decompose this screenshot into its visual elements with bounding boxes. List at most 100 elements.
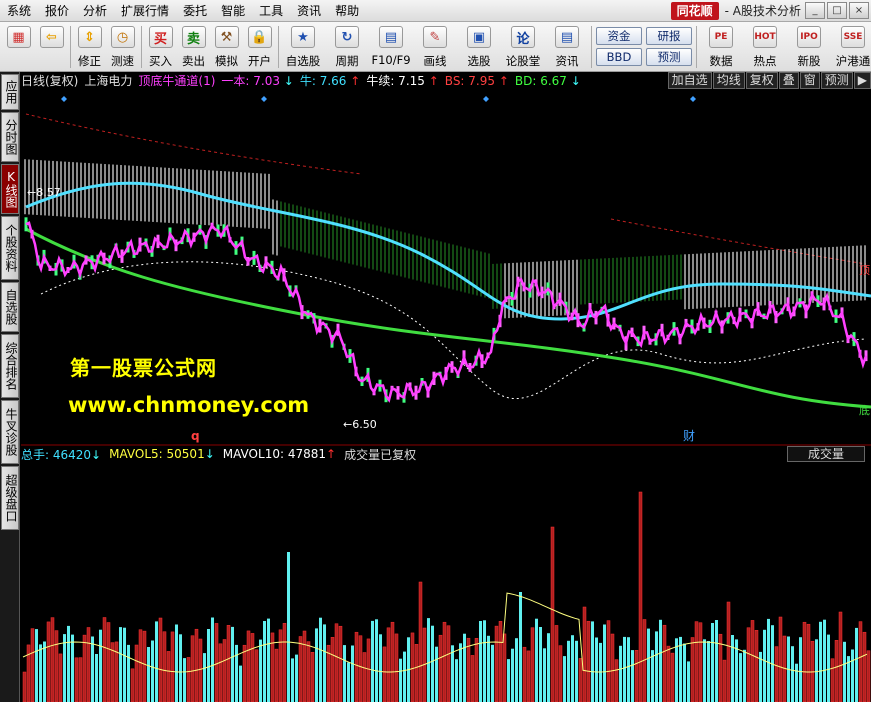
news-icon: ▤ — [555, 26, 579, 48]
toolbar-button[interactable]: ⇕ 修正 — [73, 22, 106, 71]
volume-bar — [358, 635, 363, 702]
left-tab[interactable]: K线图 — [1, 164, 19, 214]
volume-bar — [343, 645, 346, 702]
toolbar-button[interactable]: ★ 自选股 — [281, 22, 325, 71]
chart-header-button[interactable]: 叠 — [778, 72, 799, 89]
toolbar-button[interactable]: ▤ F10/F9 — [369, 22, 413, 71]
volume-bar — [183, 658, 186, 702]
volume-bar — [170, 631, 175, 702]
toolbar-text-button[interactable]: 研报 — [646, 27, 692, 45]
volume-bar — [246, 630, 251, 702]
toolbar-text-button[interactable]: BBD — [596, 48, 642, 66]
lock-icon: 🔒 — [247, 26, 272, 48]
toolbar-button-label: 卖出 — [182, 54, 205, 68]
left-tab[interactable]: 个股资料 — [1, 216, 19, 280]
toolbar-text-button[interactable]: 资金 — [596, 27, 642, 45]
volume-bar — [43, 641, 46, 702]
close-button[interactable]: × — [849, 2, 869, 19]
volume-bar — [575, 640, 578, 702]
volume-bar — [582, 606, 587, 702]
toolbar-button[interactable]: ⚒ 模拟 — [210, 22, 243, 71]
marker-cai[interactable]: 财 — [683, 429, 695, 443]
volume-bar — [595, 637, 598, 702]
left-tab[interactable]: 应用 — [1, 74, 19, 110]
forum-icon: 论 — [511, 26, 535, 48]
volume-bar — [651, 650, 654, 702]
indicator-value: 牛: 7.66 ↑ — [299, 74, 361, 88]
toolbar-button[interactable]: ✎ 画线 — [413, 22, 457, 71]
left-tab[interactable]: 超级盘口 — [1, 466, 19, 530]
toolbar-button[interactable]: SSE 沪港通 — [831, 22, 871, 71]
menu-item[interactable]: 工具 — [252, 0, 290, 22]
chart-header-button[interactable]: 预测 — [820, 72, 853, 89]
menu-item[interactable]: 扩展行情 — [114, 0, 176, 22]
menu-item[interactable]: 智能 — [214, 0, 252, 22]
menu-item[interactable]: 委托 — [176, 0, 214, 22]
volume-bar — [806, 623, 811, 702]
diamond-marker-icon — [690, 96, 696, 102]
toolbar-button[interactable]: ↻ 周期 — [325, 22, 369, 71]
menu-item[interactable]: 分析 — [76, 0, 114, 22]
left-tab[interactable]: 分时图 — [1, 112, 19, 162]
toolbar-button-label: 选股 — [467, 54, 491, 68]
left-tab[interactable]: 自选股 — [1, 282, 19, 332]
volume-chart[interactable] — [21, 462, 871, 702]
volume-button[interactable]: 成交量 — [786, 446, 865, 462]
chart-header-button[interactable]: 复权 — [745, 72, 778, 89]
left-tab[interactable]: 牛叉诊股 — [1, 400, 19, 464]
toolbar-button-label: 热点 — [753, 54, 777, 68]
indicator-value: BS: 7.95 ↑ — [444, 73, 509, 88]
volume-bar — [347, 662, 350, 702]
trend-arrow-icon: ↑ — [428, 74, 439, 88]
volume-bar — [502, 633, 507, 702]
volume-bar — [35, 629, 38, 702]
toolbar-text-button[interactable]: 预测 — [646, 48, 692, 66]
volume-bar — [282, 623, 287, 702]
toolbar-button[interactable]: PE 数据 — [699, 22, 743, 71]
volume-bar — [623, 636, 626, 702]
toolbar-button[interactable]: ▣ 选股 — [457, 22, 501, 71]
toolbar-button[interactable]: ◷ 测速 — [106, 22, 139, 71]
star-folder-icon: ★ — [291, 26, 315, 48]
volume-bar — [530, 627, 535, 702]
maximize-button[interactable]: □ — [827, 2, 847, 19]
menu-item[interactable]: 报价 — [38, 0, 76, 22]
volume-bar — [802, 621, 807, 702]
pe-icon: PE — [709, 26, 733, 48]
toolbar-button[interactable]: 论论股堂 — [501, 22, 545, 71]
toolbar-button[interactable]: 买买入 — [144, 22, 177, 71]
toolbar-button[interactable]: 卖卖出 — [177, 22, 210, 71]
chart-header-button[interactable]: 加自选 — [667, 72, 712, 89]
toolbar-separator — [70, 26, 71, 68]
menu-item[interactable]: 帮助 — [328, 0, 366, 22]
volume-header: 总手: 46420↓ MAVOL5: 50501↓ MAVOL10: 47881↑ 成… — [21, 446, 871, 462]
volume-bar — [631, 650, 634, 702]
toolbar-button[interactable]: ▤ 资讯 — [545, 22, 589, 71]
toolbar-button-label: 画线 — [423, 54, 447, 68]
indicator-value: 牛续: 7.15 ↑ — [366, 74, 439, 88]
volume-bar — [298, 636, 303, 702]
toolbar-button[interactable]: ⇦ — [35, 22, 68, 71]
volume-bar — [722, 659, 727, 702]
volume-bar — [515, 638, 518, 702]
hk-connect-icon: SSE — [841, 26, 865, 48]
chart-header-buttons: 加自选 均线 复权叠窗预测 ▶ — [667, 72, 871, 89]
volume-bar — [123, 627, 126, 702]
toolbar-button[interactable]: IPO 新股 — [787, 22, 831, 71]
chart-header-button[interactable]: 窗 — [799, 72, 820, 89]
left-tab[interactable]: 综合排名 — [1, 334, 19, 398]
menu-item[interactable]: 系统 — [0, 0, 38, 22]
toolbar-button[interactable]: ▦ — [2, 22, 35, 71]
chart-header-button[interactable]: 均线 — [712, 72, 745, 89]
toolbar-button[interactable]: 🔒 开户 — [243, 22, 276, 71]
minimize-button[interactable]: _ — [805, 2, 825, 19]
volume-bar — [438, 634, 443, 702]
chart-header-button[interactable]: ▶ — [853, 72, 871, 89]
volume-bar — [778, 616, 783, 702]
volume-bar — [791, 646, 794, 702]
menu-item[interactable]: 资讯 — [290, 0, 328, 22]
volume-bar — [610, 633, 615, 702]
toolbar-button[interactable]: HOT 热点 — [743, 22, 787, 71]
menu-bar: 系统 报价 分析 扩展行情 委托 智能 工具 资讯 帮助 同花顺 - A股技术分析 _ □ × — [0, 0, 871, 22]
volume-bar — [662, 624, 667, 702]
